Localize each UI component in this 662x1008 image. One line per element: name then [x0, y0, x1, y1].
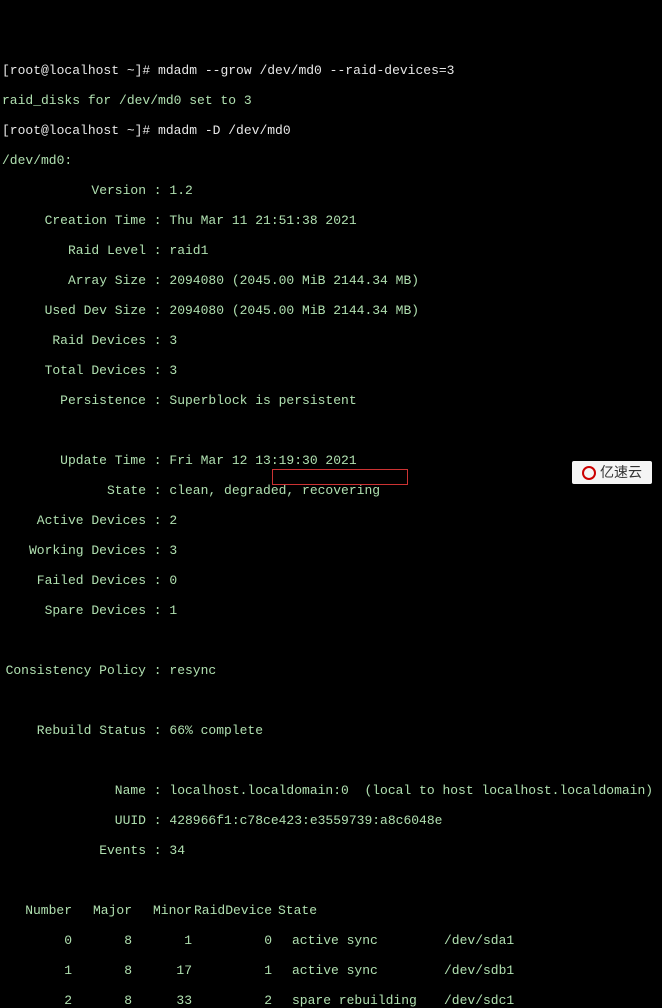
field-array-size: Array Size : 2094080 (2045.00 MiB 2144.3…	[2, 273, 660, 288]
field-version: Version : 1.2	[2, 183, 660, 198]
field-name: Name : localhost.localdomain:0 (local to…	[2, 783, 660, 798]
field-active-devices: Active Devices : 2	[2, 513, 660, 528]
prompt: [root@localhost ~]#	[2, 123, 158, 138]
field-failed-devices: Failed Devices : 0	[2, 573, 660, 588]
field-total-devices: Total Devices : 3	[2, 363, 660, 378]
blank-line	[2, 753, 660, 768]
field-raid-devices: Raid Devices : 3	[2, 333, 660, 348]
field-spare-devices: Spare Devices : 1	[2, 603, 660, 618]
blank-line	[2, 423, 660, 438]
field-used-dev-size: Used Dev Size : 2094080 (2045.00 MiB 214…	[2, 303, 660, 318]
cmd-line-1: [root@localhost ~]# mdadm --grow /dev/md…	[2, 63, 660, 78]
field-rebuild-status: Rebuild Status : 66% complete	[2, 723, 660, 738]
table-row: 28332spare rebuilding/dev/sdc1	[2, 993, 660, 1008]
logo-icon	[582, 466, 596, 480]
prompt: [root@localhost ~]#	[2, 63, 158, 78]
output-line: raid_disks for /dev/md0 set to 3	[2, 93, 660, 108]
device-table-header: NumberMajorMinorRaidDeviceState	[2, 903, 660, 918]
watermark-text: 亿速云	[600, 465, 642, 480]
field-events: Events : 34	[2, 843, 660, 858]
command: mdadm --grow /dev/md0 --raid-devices=3	[158, 63, 454, 78]
blank-line	[2, 873, 660, 888]
table-row: 0810active sync/dev/sda1	[2, 933, 660, 948]
field-persistence: Persistence : Superblock is persistent	[2, 393, 660, 408]
blank-line	[2, 633, 660, 648]
field-working-devices: Working Devices : 3	[2, 543, 660, 558]
field-update-time: Update Time : Fri Mar 12 13:19:30 2021	[2, 453, 660, 468]
command: mdadm -D /dev/md0	[158, 123, 291, 138]
watermark: 亿速云	[572, 461, 652, 484]
device-header: /dev/md0:	[2, 153, 660, 168]
field-uuid: UUID : 428966f1:c78ce423:e3559739:a8c604…	[2, 813, 660, 828]
field-consistency-policy: Consistency Policy : resync	[2, 663, 660, 678]
blank-line	[2, 693, 660, 708]
table-row: 18171active sync/dev/sdb1	[2, 963, 660, 978]
cmd-line-2: [root@localhost ~]# mdadm -D /dev/md0	[2, 123, 660, 138]
field-raid-level: Raid Level : raid1	[2, 243, 660, 258]
field-creation-time: Creation Time : Thu Mar 11 21:51:38 2021	[2, 213, 660, 228]
field-state: State : clean, degraded, recovering	[2, 483, 660, 498]
